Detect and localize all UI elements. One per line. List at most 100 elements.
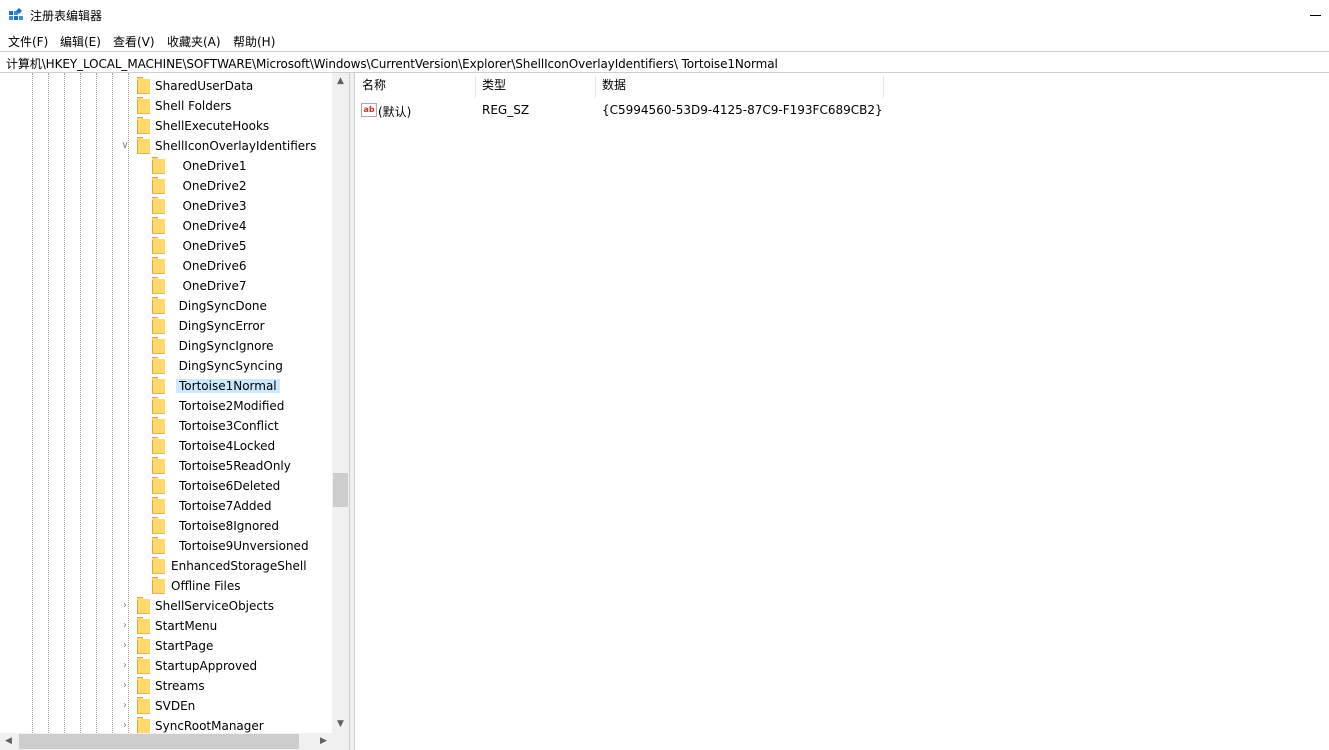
- scroll-left-icon[interactable]: ◀: [0, 733, 17, 750]
- tree-item[interactable]: DingSyncDone: [0, 296, 330, 316]
- scroll-down-icon[interactable]: ▼: [332, 716, 349, 733]
- value-name[interactable]: (默认): [378, 103, 411, 120]
- address-bar[interactable]: 计算机\HKEY_LOCAL_MACHINE\SOFTWARE\Microsof…: [0, 51, 1329, 73]
- tree-item[interactable]: OneDrive5: [0, 236, 330, 256]
- tree-item[interactable]: DingSyncIgnore: [0, 336, 330, 356]
- string-value-icon: ab: [361, 103, 377, 117]
- tree-item-label: SharedUserData: [155, 79, 254, 93]
- tree-item[interactable]: OneDrive7: [0, 276, 330, 296]
- folder-icon: [152, 457, 165, 474]
- tree-item-label: Tortoise4Locked: [179, 439, 276, 453]
- tree-item-label: DingSyncSyncing: [171, 359, 283, 373]
- column-divider[interactable]: [883, 76, 884, 98]
- scroll-up-icon[interactable]: ▲: [332, 73, 349, 90]
- tree-item[interactable]: Tortoise3Conflict: [0, 416, 330, 436]
- pane-splitter[interactable]: [350, 73, 355, 750]
- menu-favorites[interactable]: 收藏夹(A): [167, 33, 221, 50]
- tree-item[interactable]: Tortoise5ReadOnly: [0, 456, 330, 476]
- menu-help[interactable]: 帮助(H): [233, 33, 275, 50]
- folder-icon: [152, 297, 165, 314]
- tree-item[interactable]: Tortoise8Ignored: [0, 516, 330, 536]
- folder-icon: [152, 417, 165, 434]
- minimize-button[interactable]: [1303, 0, 1329, 30]
- chevron-right-icon[interactable]: ›: [120, 720, 130, 732]
- column-divider[interactable]: [595, 76, 596, 98]
- tree-item[interactable]: › StartPage: [0, 636, 330, 656]
- folder-icon: [152, 217, 165, 234]
- window-title: 注册表编辑器: [30, 9, 103, 23]
- column-header-type[interactable]: 类型: [482, 76, 506, 100]
- column-header-name[interactable]: 名称: [362, 76, 386, 100]
- folder-icon: [137, 597, 150, 614]
- tree-item[interactable]: Offline Files: [0, 576, 330, 596]
- folder-icon: [137, 617, 150, 634]
- tree-item[interactable]: Tortoise4Locked: [0, 436, 330, 456]
- folder-icon: [152, 557, 165, 574]
- column-header-data[interactable]: 数据: [602, 76, 626, 100]
- tree-item[interactable]: OneDrive6: [0, 256, 330, 276]
- tree-item-label: OneDrive4: [171, 219, 247, 233]
- tree-pane[interactable]: SharedUserData Shell Folders ShellExecuteH…: [0, 73, 350, 750]
- tree-item[interactable]: Tortoise9Unversioned: [0, 536, 330, 556]
- tree-item[interactable]: › StartMenu: [0, 616, 330, 636]
- chevron-right-icon[interactable]: ›: [120, 600, 130, 612]
- regedit-icon: [9, 8, 23, 20]
- tree-item-label: Tortoise1Normal: [176, 379, 280, 393]
- tree-item[interactable]: OneDrive1: [0, 156, 330, 176]
- tree-item-label: Tortoise3Conflict: [179, 419, 279, 433]
- folder-icon: [152, 197, 165, 214]
- chevron-right-icon[interactable]: ›: [120, 680, 130, 692]
- tree-item-label: ShellServiceObjects: [155, 599, 274, 613]
- tree-item-label: OneDrive6: [171, 259, 247, 273]
- tree-item[interactable]: OneDrive3: [0, 196, 330, 216]
- tree-item-label: OneDrive1: [171, 159, 247, 173]
- menu-edit[interactable]: 编辑(E): [60, 33, 101, 50]
- folder-icon: [137, 657, 150, 674]
- menu-view[interactable]: 查看(V): [113, 33, 155, 50]
- vertical-scroll-thumb[interactable]: [333, 473, 348, 507]
- tree-item[interactable]: Shell Folders: [0, 96, 330, 116]
- tree-item[interactable]: SharedUserData: [0, 76, 330, 96]
- tree-vertical-scrollbar[interactable]: ▲ ▼: [332, 73, 349, 733]
- tree-item[interactable]: Tortoise6Deleted: [0, 476, 330, 496]
- tree-item[interactable]: › SVDEn: [0, 696, 330, 716]
- values-list[interactable]: 名称 类型 数据 ab (默认) REG_SZ {C5994560-53D9-4…: [356, 73, 1329, 750]
- tree-item[interactable]: DingSyncError: [0, 316, 330, 336]
- tree-item-label: Tortoise6Deleted: [179, 479, 281, 493]
- tree-item[interactable]: OneDrive4: [0, 216, 330, 236]
- tree-item-label: ShellIconOverlayIdentifiers: [155, 139, 317, 153]
- tree-item-label: ShellExecuteHooks: [155, 119, 270, 133]
- tree-item[interactable]: EnhancedStorageShell: [0, 556, 330, 576]
- folder-icon: [152, 437, 165, 454]
- tree-item[interactable]: ShellExecuteHooks: [0, 116, 330, 136]
- value-data: {C5994560-53D9-4125-87C9-F193FC689CB2}: [602, 103, 883, 117]
- column-divider[interactable]: [475, 76, 476, 98]
- tree-item[interactable]: Tortoise7Added: [0, 496, 330, 516]
- chevron-right-icon[interactable]: ›: [120, 660, 130, 672]
- tree-item[interactable]: OneDrive2: [0, 176, 330, 196]
- address-path[interactable]: 计算机\HKEY_LOCAL_MACHINE\SOFTWARE\Microsof…: [6, 55, 778, 72]
- tree-item-label: OneDrive3: [171, 199, 247, 213]
- tree-item[interactable]: › Streams: [0, 676, 330, 696]
- chevron-right-icon[interactable]: ›: [120, 640, 130, 652]
- menu-file[interactable]: 文件(F): [8, 33, 48, 50]
- tree-item-label: StartMenu: [155, 619, 218, 633]
- chevron-down-icon[interactable]: ∨: [120, 140, 130, 152]
- tree-item[interactable]: ∨ ShellIconOverlayIdentifiers: [0, 136, 330, 156]
- tree-item[interactable]: Tortoise2Modified: [0, 396, 330, 416]
- tree-item-label: Streams: [155, 679, 205, 693]
- chevron-right-icon[interactable]: ›: [120, 620, 130, 632]
- folder-icon: [152, 277, 165, 294]
- tree-item-label: Tortoise7Added: [179, 499, 272, 513]
- tree-item[interactable]: Tortoise1Normal: [0, 376, 330, 396]
- tree-item[interactable]: DingSyncSyncing: [0, 356, 330, 376]
- chevron-right-icon[interactable]: ›: [120, 700, 130, 712]
- tree-item[interactable]: › ShellServiceObjects: [0, 596, 330, 616]
- tree-item-label: Shell Folders: [155, 99, 232, 113]
- tree-item[interactable]: › StartupApproved: [0, 656, 330, 676]
- folder-icon: [152, 537, 165, 554]
- horizontal-scroll-thumb[interactable]: [19, 734, 299, 749]
- tree-item-label: DingSyncDone: [171, 299, 267, 313]
- scroll-right-icon[interactable]: ▶: [315, 733, 332, 750]
- tree-horizontal-scrollbar[interactable]: ◀ ▶: [0, 733, 332, 750]
